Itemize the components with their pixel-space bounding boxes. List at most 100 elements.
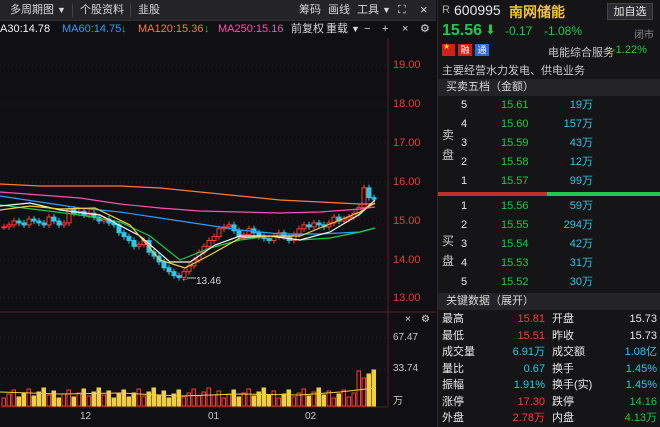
level-amount: 42万: [569, 238, 593, 250]
candle-body: [41, 222, 47, 226]
chart-toolbar: 多周期图 ▼ 个股资料 韭股 筹码 画线 工具 ▼ ⛶ ×: [0, 0, 436, 21]
volume-tick: 67.47: [393, 332, 419, 343]
sell-row[interactable]: 4 15.60 157万: [438, 115, 660, 134]
keydata-header[interactable]: 关键数据（展开）: [438, 293, 660, 310]
keydata-label: 成交量: [442, 346, 475, 358]
keydata-label: 昨收: [552, 329, 574, 342]
candle-body: [206, 240, 212, 247]
sell-row[interactable]: 5 15.61 19万: [438, 96, 660, 115]
candle-body: [336, 216, 342, 222]
volume-bar: [111, 397, 116, 407]
candle-body: [366, 187, 372, 199]
volume-bar: [201, 391, 206, 407]
chevron-down-icon[interactable]: ▼: [57, 2, 66, 19]
app-window: 多周期图 ▼ 个股资料 韭股 筹码 画线 工具 ▼ ⛶ × A30:14.78 …: [0, 0, 660, 427]
volume-bar: [21, 392, 26, 407]
level-amount: 157万: [563, 118, 593, 130]
volume-bar: [16, 396, 21, 407]
volume-bar: [371, 369, 376, 407]
close-icon[interactable]: ×: [420, 1, 428, 18]
keydata-row: 量比 0.67 换手 1.45%: [438, 361, 660, 377]
sell-row[interactable]: 1 15.57 99万: [438, 172, 660, 191]
sell-row[interactable]: 3 15.59 43万: [438, 134, 660, 153]
volume-bar: [116, 393, 121, 407]
keydata-label: 换手(实): [552, 379, 593, 391]
candle-body: [356, 206, 362, 214]
keydata-label: 内盘: [552, 412, 574, 424]
volume-bar: [86, 395, 91, 407]
volume-bar: [256, 391, 261, 407]
level-number: 2: [461, 219, 468, 231]
candle-body: [361, 187, 367, 208]
volume-bar: [241, 392, 246, 407]
level-amount: 43万: [569, 137, 593, 149]
volume-bar: [266, 394, 271, 407]
candle-body: [136, 243, 142, 247]
volume-bar: [41, 387, 46, 407]
fullscreen-icon[interactable]: ⛶: [398, 2, 406, 19]
candle-body: [371, 197, 377, 200]
candle-body: [346, 216, 352, 220]
buy-row[interactable]: 1 15.56 59万: [438, 197, 660, 216]
gear-icon[interactable]: ⚙: [420, 21, 430, 38]
tools-button[interactable]: 工具: [357, 2, 379, 19]
volume-bar: [96, 387, 101, 407]
candle-body: [211, 236, 217, 242]
volume-close-icon[interactable]: ×: [405, 314, 411, 325]
price-change: -0.17: [505, 24, 533, 38]
close-icon[interactable]: ×: [402, 21, 408, 38]
volume-bar: [291, 396, 296, 407]
volume-bar: [236, 396, 241, 407]
volume-bar: [261, 387, 266, 407]
volume-gear-icon[interactable]: ⚙: [421, 314, 430, 325]
volume-bar: [6, 393, 11, 407]
candle-body: [146, 240, 152, 253]
buy-row[interactable]: 3 15.54 42万: [438, 235, 660, 254]
candle-body: [96, 216, 102, 222]
stock-profile-button[interactable]: 个股资料: [80, 2, 124, 19]
candle-body: [331, 216, 337, 224]
multi-period-button[interactable]: 多周期图: [10, 2, 54, 19]
keydata-row: 外盘 2.78万 内盘 4.13万: [438, 410, 660, 426]
volume-bar: [301, 388, 306, 407]
candle-body: [1, 226, 7, 229]
volume-bar: [46, 394, 51, 407]
chevron-down-icon[interactable]: ▼: [382, 2, 391, 19]
keydata-value: 1.91%: [513, 379, 545, 391]
ma30-line: [0, 199, 376, 263]
draw-line-button[interactable]: 画线: [328, 2, 350, 19]
candle-body: [231, 224, 237, 232]
keydata-value: 15.81: [517, 313, 545, 325]
orderbook-header[interactable]: 买卖五档（金额）: [438, 79, 660, 96]
candle-body: [261, 236, 267, 240]
overlay-button[interactable]: 重载: [326, 21, 348, 38]
adjust-mode-button[interactable]: 前复权: [291, 21, 324, 38]
buy-row[interactable]: 2 15.55 294万: [438, 216, 660, 235]
sector-name[interactable]: 电能综合服务: [548, 44, 614, 60]
volume-bar: [36, 391, 41, 407]
volume-bar: [276, 397, 281, 407]
buy-row[interactable]: 5 15.52 30万: [438, 273, 660, 292]
stock-prefix: R: [442, 4, 450, 16]
volume-bar: [51, 390, 56, 407]
candle-body: [141, 240, 147, 245]
ma250-line: [0, 191, 376, 214]
candle-body: [186, 265, 192, 273]
stock-link-button[interactable]: 韭股: [138, 2, 160, 19]
sell-row[interactable]: 2 15.58 12万: [438, 153, 660, 172]
kline-chart-pane[interactable]: 多周期图 ▼ 个股资料 韭股 筹码 画线 工具 ▼ ⛶ × A30:14.78 …: [0, 0, 436, 427]
level-number: 4: [461, 257, 468, 269]
buy-row[interactable]: 4 15.53 31万: [438, 254, 660, 273]
volume-bar: [316, 387, 321, 407]
plus-icon[interactable]: +: [382, 21, 388, 38]
volume-bar: [306, 395, 311, 407]
keydata-value: 17.30: [517, 395, 545, 408]
chips-button[interactable]: 筹码: [299, 2, 321, 19]
chevron-down-icon[interactable]: ▼: [351, 21, 360, 38]
margin-tag: 融: [458, 44, 472, 56]
add-watchlist-button[interactable]: 加自选: [607, 3, 653, 20]
volume-bar: [286, 389, 291, 407]
volume-bar: [211, 394, 216, 407]
ma60-line: [0, 195, 376, 235]
minus-icon[interactable]: −: [364, 21, 370, 38]
